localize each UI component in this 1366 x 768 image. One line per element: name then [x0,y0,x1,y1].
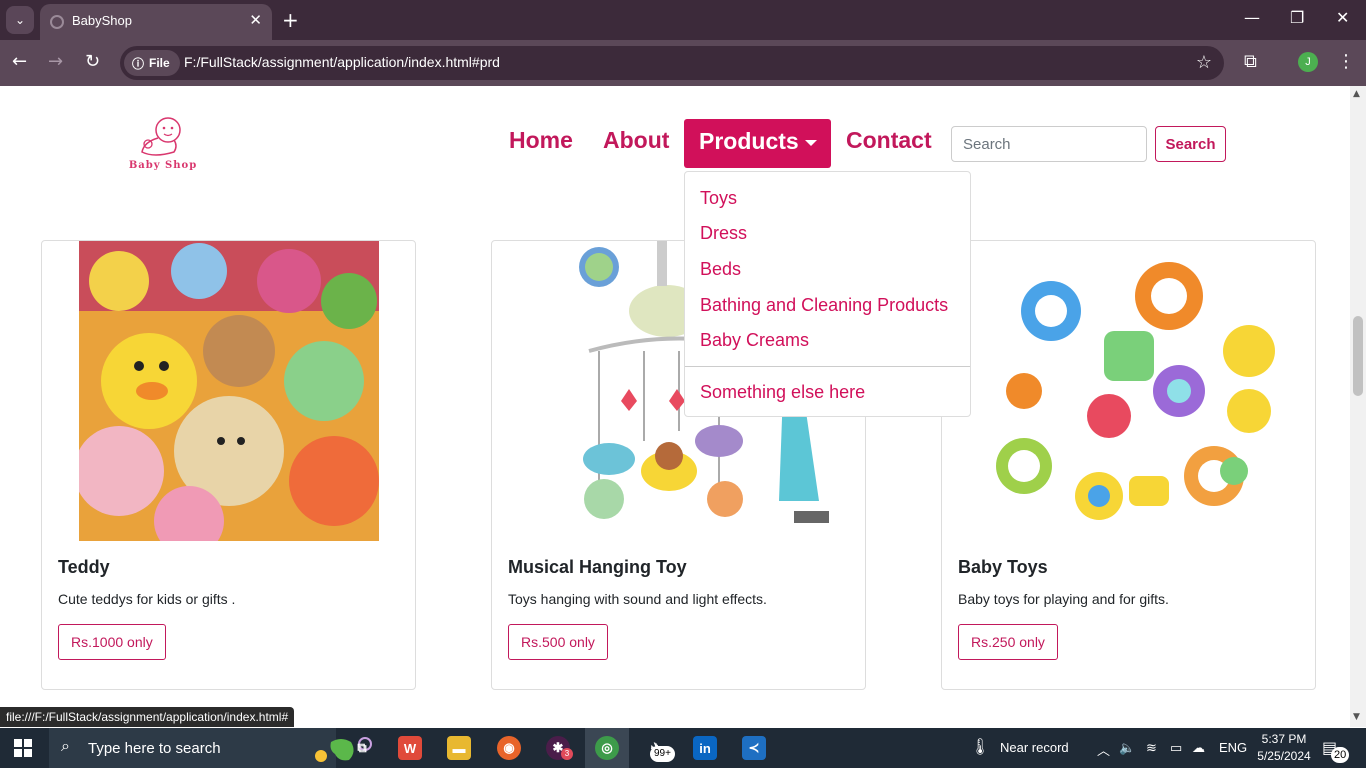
page-scrollbar[interactable]: ▲ ▼ [1350,86,1366,727]
globe-icon [50,15,64,29]
address-bar[interactable]: ⓘ File F:/FullStack/assignment/applicati… [120,46,1224,80]
dropdown-divider [685,366,970,367]
file-chip-label: File [149,56,170,70]
scroll-up-arrow-icon[interactable]: ▲ [1353,89,1360,99]
dropdown-item-dress[interactable]: Dress [700,223,747,244]
price-button[interactable]: Rs.1000 only [58,624,166,660]
tab-search-dropdown-icon[interactable]: ⌄ [6,6,34,34]
notification-badge: 20 [1331,747,1350,763]
chevron-up-icon[interactable]: ︿ [1097,740,1110,759]
dropdown-item-beds[interactable]: Beds [700,259,741,280]
dropdown-item-toys[interactable]: Toys [700,188,737,209]
cloud-icon[interactable]: ☁ [1192,740,1205,756]
teddy-image [79,241,379,541]
nav-about[interactable]: About [603,127,669,154]
product-card-baby-toys: Baby Toys Baby toys for playing and for … [941,240,1316,690]
new-tab-icon[interactable]: + [282,8,299,32]
taskbar-search-box[interactable]: ⌕ Type here to search [49,728,372,768]
weather-text[interactable]: Near record [1000,740,1069,755]
reload-icon[interactable]: ↻ [85,51,100,72]
card-text: Baby toys for playing and for gifts. [958,591,1169,607]
search-input[interactable] [951,126,1147,162]
nav-home[interactable]: Home [509,127,573,154]
task-view-icon[interactable]: ⧉ [350,736,374,760]
card-text: Cute teddys for kids or gifts . [58,591,236,607]
product-card-teddy: Teddy Cute teddys for kids or gifts . Rs… [41,240,416,690]
dropdown-item-something-else[interactable]: Something else here [700,382,865,403]
clock-date: 5/25/2024 [1257,749,1311,763]
browser-titlebar: ⌄ BabyShop ✕ + — ❐ ✕ [0,0,1366,40]
page-viewport: Baby Shop Home About Products Contact Se… [0,86,1350,727]
card-title: Musical Hanging Toy [508,557,687,577]
dropdown-item-creams[interactable]: Baby Creams [700,330,809,351]
link-status-bubble: file:///F:/FullStack/assignment/applicat… [0,707,295,727]
windows-taskbar: ⌕ Type here to search ⧉ W ▬ ◉ ✱ 3 ◎ ✈ 99… [0,728,1366,768]
logo-text: Baby Shop [128,160,198,171]
card-title: Baby Toys [958,557,1048,577]
dropdown-item-bathing[interactable]: Bathing and Cleaning Products [700,295,948,316]
linkedin-icon[interactable]: in [693,736,717,760]
baby-toys-image [979,241,1279,541]
thermometer-icon[interactable]: 🌡 [970,737,990,757]
profile-avatar[interactable]: J [1298,52,1318,72]
close-tab-icon[interactable]: ✕ [249,11,262,29]
close-window-icon[interactable]: ✕ [1336,8,1349,27]
nav-products-dropdown[interactable]: Products [684,119,831,168]
site-info-chip[interactable]: ⓘ File [124,50,180,76]
minimize-icon[interactable]: — [1244,8,1260,27]
search-icon: ⌕ [61,738,70,755]
wifi-icon[interactable]: ≋ [1146,740,1157,756]
clock-time: 5:37 PM [1261,732,1307,746]
back-icon[interactable]: ← [12,51,27,72]
card-text: Toys hanging with sound and light effect… [508,591,767,607]
restore-icon[interactable]: ❐ [1290,8,1304,27]
browser-menu-icon[interactable]: ⋮ [1337,51,1355,72]
card-title: Teddy [58,557,110,577]
search-button[interactable]: Search [1155,126,1226,162]
baby-logo-icon [141,117,181,156]
price-button[interactable]: Rs.250 only [958,624,1058,660]
language-indicator[interactable]: ENG [1219,740,1247,755]
info-icon: ⓘ [132,56,145,71]
volume-icon[interactable]: 🔈 [1119,740,1135,756]
price-button[interactable]: Rs.500 only [508,624,608,660]
browser-tab[interactable]: BabyShop ✕ [40,4,272,40]
products-dropdown-menu: Toys Dress Beds Bathing and Cleaning Pro… [684,171,971,417]
forward-icon[interactable]: → [48,51,63,72]
chrome-icon[interactable]: ◎ [595,736,619,760]
vscode-icon[interactable]: ≺ [742,736,766,760]
file-explorer-icon[interactable]: ▬ [447,736,471,760]
extensions-icon[interactable]: ⧉ [1244,51,1257,72]
mail-badge: 99+ [650,746,675,762]
scroll-down-arrow-icon[interactable]: ▼ [1353,712,1360,722]
wps-office-icon[interactable]: W [398,736,422,760]
url-text[interactable]: F:/FullStack/assignment/application/inde… [184,54,500,70]
tab-title: BabyShop [72,13,132,28]
system-clock[interactable]: 5:37 PM 5/25/2024 [1256,731,1312,765]
windows-start-icon[interactable] [14,739,32,757]
taskbar-search-placeholder: Type here to search [88,740,221,757]
scrollbar-thumb[interactable] [1353,316,1363,396]
nav-products-label: Products [699,128,799,154]
site-logo[interactable]: Baby Shop [128,114,198,174]
browser-toolbar: ← → ↻ ⓘ File F:/FullStack/assignment/app… [0,40,1366,86]
caret-down-icon [805,140,817,146]
firefox-icon[interactable]: ◉ [497,736,521,760]
nav-contact[interactable]: Contact [846,127,932,154]
battery-icon[interactable]: ▭ [1170,740,1182,756]
slack-badge: 3 [561,748,573,760]
bookmark-star-icon[interactable]: ☆ [1196,52,1212,73]
